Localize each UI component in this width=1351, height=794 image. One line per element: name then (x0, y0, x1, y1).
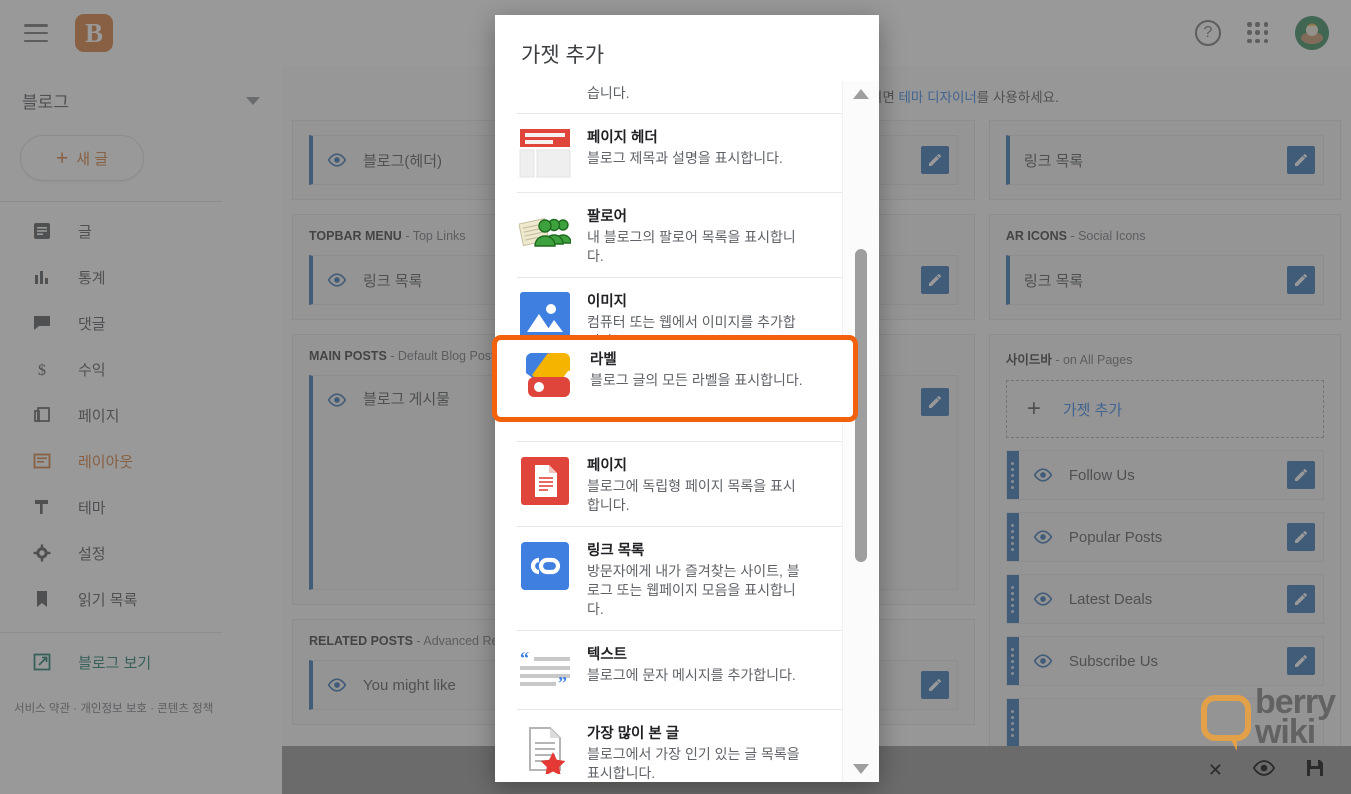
gadget-item-page-header[interactable]: 페이지 헤더 블로그 제목과 설명을 표시합니다. (517, 113, 842, 192)
gadget-item-popular-posts[interactable]: 가장 많이 본 글 블로그에서 가장 인기 있는 글 목록을 표시합니다. (517, 708, 842, 782)
dialog-scrollbar[interactable] (842, 81, 879, 782)
gadget-text: 팔로어 내 블로그의 팔로어 목록을 표시합니다. (587, 204, 802, 266)
gadget-text: 가장 많이 본 글 블로그에서 가장 인기 있는 글 목록을 표시합니다. (587, 721, 802, 782)
truncated-line: 습니다. (587, 85, 630, 101)
speech-bubble-icon (1200, 695, 1251, 752)
scrollbar-thumb[interactable] (855, 249, 867, 562)
gadget-desc: 블로그 글의 모든 라벨을 표시합니다. (590, 372, 803, 388)
gadget-text: 링크 목록 방문자에게 내가 즐겨찾는 사이트, 블로그 또는 웹페이지 모음을… (587, 538, 802, 619)
gadget-title: 링크 목록 (587, 543, 645, 560)
gadget-item-followers[interactable]: 팔로어 내 블로그의 팔로어 목록을 표시합니다. (517, 192, 842, 277)
screen: B ? 블로그 (0, 0, 1351, 794)
close-icon[interactable]: ✕ (1208, 760, 1223, 781)
gadget-text: 페이지 헤더 블로그 제목과 설명을 표시합니다. (587, 125, 783, 168)
gadget-desc: 블로그에서 가장 인기 있는 글 목록을 표시합니다. (587, 745, 800, 781)
preview-eye-icon[interactable] (1252, 759, 1276, 781)
gadget-title: 페이지 헤더 (587, 130, 658, 146)
gadget-item-label-highlighted[interactable]: 라벨 블로그 글의 모든 라벨을 표시합니다. (520, 343, 850, 415)
gadget-item-link-list[interactable]: 링크 목록 방문자에게 내가 즐겨찾는 사이트, 블로그 또는 웹페이지 모음을… (517, 526, 842, 630)
scroll-down-arrow-icon[interactable] (853, 764, 869, 774)
dialog-body: 습니다. 페이지 헤더 블로그 제목과 설명을 표시합니다. 팔로어 내 블로그… (495, 81, 879, 782)
popular-posts-icon (517, 721, 573, 777)
gadget-list[interactable]: 습니다. 페이지 헤더 블로그 제목과 설명을 표시합니다. 팔로어 내 블로그… (495, 81, 842, 782)
gadget-title: 라벨 (590, 352, 617, 368)
gadget-text: 텍스트 블로그에 문자 메시지를 추가합니다. (587, 642, 796, 685)
page-header-icon (517, 125, 573, 181)
label-tag-icon (520, 347, 576, 403)
save-icon[interactable] (1305, 758, 1325, 783)
watermark: berry wiki (1200, 685, 1336, 752)
gadget-desc: 내 블로그의 팔로어 목록을 표시합니다. (587, 229, 796, 264)
svg-text:”: ” (558, 673, 567, 690)
dialog-title: 가젯 추가 (521, 44, 605, 67)
gadget-item-text[interactable]: “ ” 텍스트 블로그에 문자 메시지를 추가합니다. (517, 629, 842, 709)
gadget-title: 텍스트 (587, 646, 628, 663)
gadget-text: 라벨 블로그 글의 모든 라벨을 표시합니다. (590, 347, 803, 390)
link-list-icon (517, 538, 573, 594)
pages-doc-icon (517, 453, 573, 509)
gadget-item-pages[interactable]: 페이지 블로그에 독립형 페이지 목록을 표시합니다. (517, 441, 842, 526)
scroll-up-arrow-icon[interactable] (853, 89, 869, 99)
gadget-title: 이미지 (587, 293, 628, 310)
image-icon (517, 289, 573, 345)
text-icon: “ ” (517, 642, 573, 698)
gadget-desc: 블로그 제목과 설명을 표시합니다. (587, 150, 783, 166)
gadget-title: 가장 많이 본 글 (587, 725, 680, 742)
gadget-desc: 방문자에게 내가 즐겨찾는 사이트, 블로그 또는 웹페이지 모음을 표시합니다… (587, 563, 800, 617)
gadget-text: 페이지 블로그에 독립형 페이지 목록을 표시합니다. (587, 453, 802, 515)
gadget-title: 팔로어 (587, 209, 628, 225)
followers-icon (517, 204, 573, 260)
watermark-text: berry wiki (1254, 685, 1336, 752)
gadget-desc: 블로그에 독립형 페이지 목록을 표시합니다. (587, 478, 796, 514)
watermark-line-2: wiki (1254, 713, 1316, 752)
gadget-desc: 블로그에 문자 메시지를 추가합니다. (587, 666, 796, 683)
svg-text:“: “ (520, 650, 529, 668)
gadget-title: 페이지 (587, 458, 628, 475)
